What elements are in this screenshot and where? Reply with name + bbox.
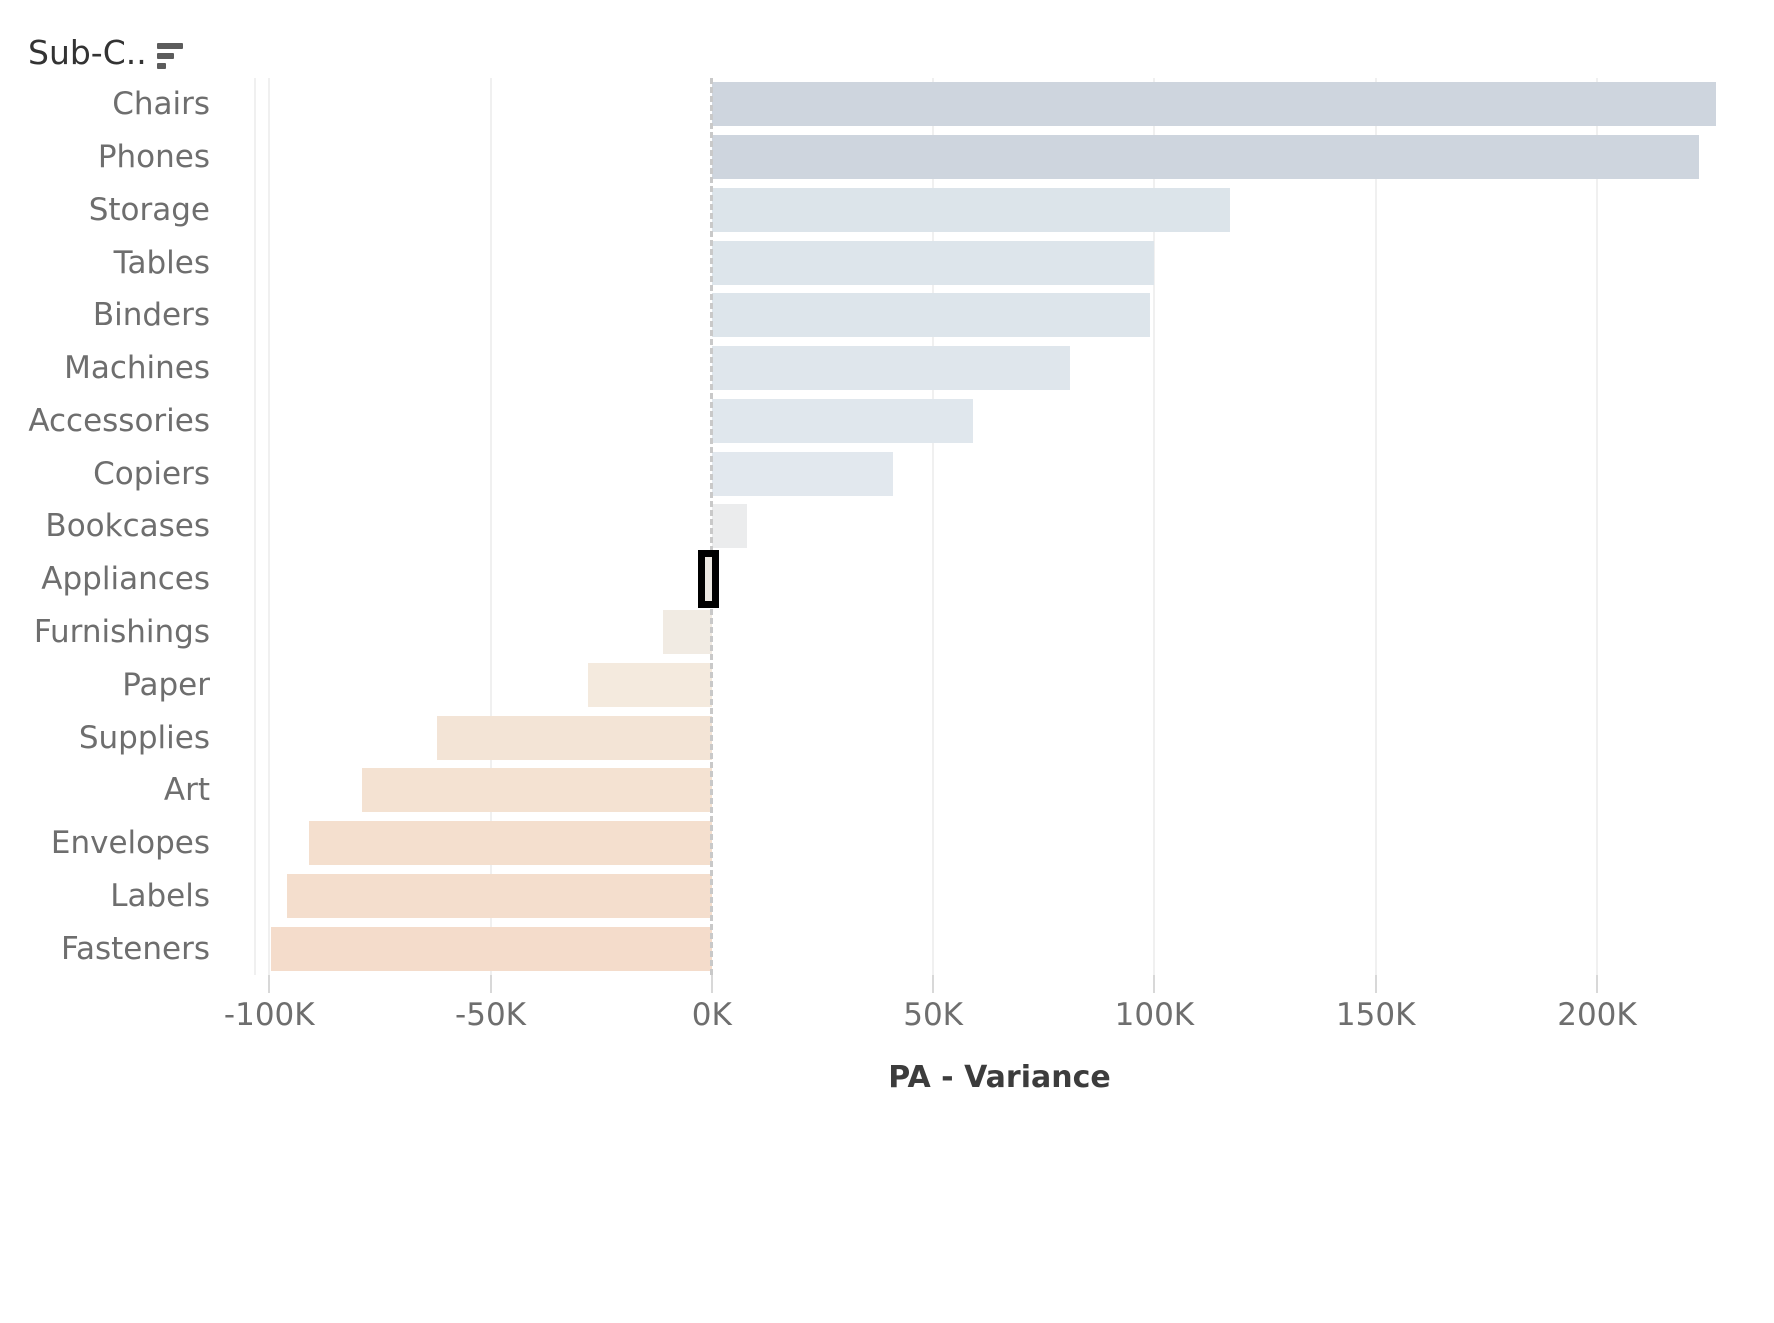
x-axis-tick: [932, 975, 935, 993]
bar-row[interactable]: [225, 500, 1774, 553]
bar-tables[interactable]: [711, 240, 1155, 285]
bar-binders[interactable]: [711, 293, 1150, 338]
category-axis: Chairs Phones Storage Tables Binders Machines…: [0, 78, 212, 975]
plot-area: [225, 78, 1774, 975]
value-axis: -100K -50K 0K 50K 100K 150K 200K: [223, 975, 1774, 1055]
category-label-binders[interactable]: Binders: [93, 289, 212, 342]
bar-row[interactable]: [225, 184, 1774, 237]
bar-row[interactable]: [225, 236, 1774, 289]
bar-supplies[interactable]: [437, 715, 712, 760]
bar-row[interactable]: [225, 342, 1774, 395]
bar-labels[interactable]: [286, 873, 712, 918]
bar-row[interactable]: [225, 289, 1774, 342]
bar-row[interactable]: [225, 817, 1774, 870]
bar-row[interactable]: [225, 447, 1774, 500]
x-axis-tick: [1595, 975, 1598, 993]
x-axis-tick-label: 50K: [903, 997, 963, 1033]
bar-row[interactable]: [225, 131, 1774, 184]
bar-furnishings[interactable]: [663, 610, 712, 655]
sub-category-field-header[interactable]: Sub-C..: [28, 30, 183, 74]
bar-envelopes[interactable]: [309, 821, 712, 866]
bar-row[interactable]: [225, 711, 1774, 764]
category-label-envelopes[interactable]: Envelopes: [51, 817, 212, 870]
bar-fasteners[interactable]: [271, 926, 712, 971]
x-axis-title: PA - Variance: [888, 1060, 1111, 1095]
x-axis-tick-label: -100K: [223, 997, 315, 1033]
category-label-copiers[interactable]: Copiers: [93, 447, 212, 500]
category-label-fasteners[interactable]: Fasteners: [61, 922, 212, 975]
x-axis-tick-label: 200K: [1557, 997, 1637, 1033]
bar-row[interactable]: [225, 606, 1774, 659]
x-axis-tick-label: 100K: [1114, 997, 1195, 1033]
category-label-supplies[interactable]: Supplies: [79, 711, 212, 764]
x-axis-tick: [710, 975, 713, 993]
x-axis-tick-label: 150K: [1335, 997, 1416, 1033]
category-label-tables[interactable]: Tables: [114, 236, 212, 289]
bar-storage[interactable]: [711, 187, 1230, 232]
bar-machines[interactable]: [711, 346, 1071, 391]
bar-row[interactable]: [225, 658, 1774, 711]
category-label-labels[interactable]: Labels: [110, 869, 212, 922]
field-header-label: Sub-C..: [28, 32, 147, 72]
bar-bookcases[interactable]: [711, 504, 748, 549]
zero-line: [710, 78, 714, 975]
bars-container: [225, 78, 1774, 975]
category-label-bookcases[interactable]: Bookcases: [45, 500, 212, 553]
category-label-accessories[interactable]: Accessories: [28, 395, 212, 448]
category-label-chairs[interactable]: Chairs: [112, 78, 212, 131]
bar-row[interactable]: [225, 395, 1774, 448]
bar-row[interactable]: [225, 78, 1774, 131]
bar-paper[interactable]: [587, 662, 712, 707]
x-axis-tick: [489, 975, 492, 993]
x-axis-tick-label: 0K: [691, 997, 732, 1033]
category-label-machines[interactable]: Machines: [64, 342, 212, 395]
category-label-phones[interactable]: Phones: [98, 131, 212, 184]
bar-row[interactable]: [225, 550, 1774, 609]
x-axis-tick: [268, 975, 271, 993]
bar-copiers[interactable]: [711, 451, 894, 496]
bar-appliances[interactable]: [698, 550, 719, 609]
sort-descending-icon[interactable]: [156, 43, 183, 69]
category-label-art[interactable]: Art: [164, 764, 212, 817]
bar-row[interactable]: [225, 764, 1774, 817]
bar-row[interactable]: [225, 922, 1774, 975]
category-label-appliances[interactable]: Appliances: [41, 553, 212, 606]
bar-chart-view: Sub-C.. Chairs Phones Storage Tables Binders…: [0, 0, 1774, 1323]
bar-chairs[interactable]: [711, 82, 1717, 127]
bar-art[interactable]: [362, 768, 712, 813]
x-axis-tick: [1153, 975, 1156, 993]
category-label-furnishings[interactable]: Furnishings: [34, 606, 212, 659]
x-axis-tick-label: -50K: [455, 997, 527, 1033]
bar-row[interactable]: [225, 869, 1774, 922]
category-label-storage[interactable]: Storage: [89, 184, 212, 237]
bar-accessories[interactable]: [711, 398, 973, 443]
x-axis-tick: [1374, 975, 1377, 993]
bar-phones[interactable]: [711, 135, 1699, 180]
category-label-paper[interactable]: Paper: [122, 658, 212, 711]
